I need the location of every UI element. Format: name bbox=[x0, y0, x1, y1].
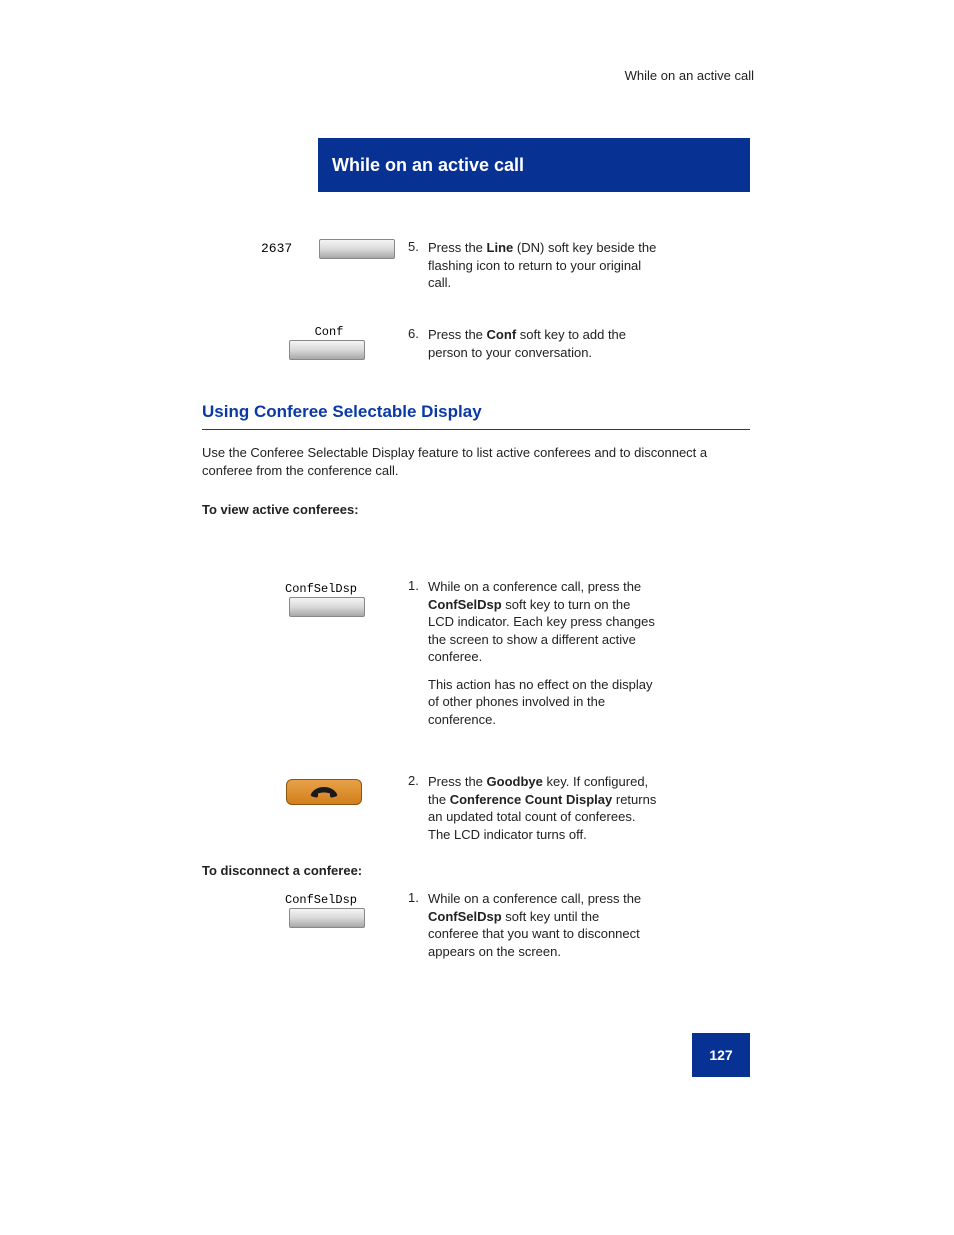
step-text: soft key to turn on the bbox=[505, 597, 630, 612]
divider bbox=[202, 429, 750, 430]
step-number: 6. bbox=[408, 326, 428, 341]
step-text: the screen to show a different active bbox=[428, 631, 655, 649]
step-text: LCD indicator. Each key press changes bbox=[428, 613, 655, 631]
page-header: While on an active call bbox=[625, 68, 754, 83]
step-text: appears on the screen. bbox=[428, 943, 641, 961]
step-text: Press the bbox=[428, 327, 483, 342]
step-text: person to your conversation. bbox=[428, 344, 626, 362]
step-text: This action has no effect on the display bbox=[428, 676, 655, 694]
confseldsp-button[interactable] bbox=[289, 597, 365, 617]
section-banner: While on an active call bbox=[318, 138, 750, 192]
conf-button[interactable] bbox=[289, 340, 365, 360]
conf-label: Conf bbox=[304, 325, 354, 339]
step-text: While on a conference call, press the bbox=[428, 890, 641, 908]
phone-hangup-icon bbox=[309, 785, 339, 799]
step-text-bold: Line bbox=[487, 240, 514, 255]
step-text-bold: ConfSelDsp bbox=[428, 597, 502, 612]
step-text: The LCD indicator turns off. bbox=[428, 826, 656, 844]
step-text: soft key to add the bbox=[520, 327, 626, 342]
page-number-value: 127 bbox=[709, 1047, 732, 1063]
step-text: returns bbox=[616, 792, 656, 807]
step-number: 1. bbox=[408, 578, 428, 593]
confseldsp-label: ConfSelDsp bbox=[285, 582, 357, 596]
confseldsp-label-2: ConfSelDsp bbox=[285, 893, 357, 907]
banner-title: While on an active call bbox=[332, 155, 524, 176]
step-text: While on a conference call, press the bbox=[428, 578, 655, 596]
step-text: of other phones involved in the bbox=[428, 693, 655, 711]
step-text: Press the bbox=[428, 774, 483, 789]
view-step-2: 2. Press the Goodbye key. If configured,… bbox=[408, 773, 656, 843]
step-5: 5. Press the Line (DN) soft key beside t… bbox=[408, 239, 656, 292]
step-text: (DN) soft key beside the bbox=[517, 240, 656, 255]
disconnect-step-1: 1. While on a conference call, press the… bbox=[408, 890, 641, 960]
step-text: key. If configured, bbox=[547, 774, 649, 789]
line-dn-button[interactable] bbox=[319, 239, 395, 259]
goodbye-button[interactable] bbox=[286, 779, 362, 805]
step-6: 6. Press the Conf soft key to add the pe… bbox=[408, 326, 626, 361]
step-number: 5. bbox=[408, 239, 428, 254]
step-text-bold: Conf bbox=[487, 327, 517, 342]
step-number: 2. bbox=[408, 773, 428, 788]
step-text-bold: Goodbye bbox=[487, 774, 543, 789]
steps-label: To view active conferees: bbox=[202, 501, 359, 519]
step-text: flashing icon to return to your original bbox=[428, 257, 656, 275]
section-heading: Using Conferee Selectable Display bbox=[202, 402, 482, 422]
step-number: 1. bbox=[408, 890, 428, 905]
step-text-bold: ConfSelDsp bbox=[428, 909, 502, 924]
step-text: the bbox=[428, 792, 446, 807]
step-text: conference. bbox=[428, 711, 655, 729]
step-text: conferee. bbox=[428, 648, 655, 666]
step-text: soft key until the bbox=[505, 909, 599, 924]
page-number: 127 bbox=[692, 1033, 750, 1077]
view-step-1: 1. While on a conference call, press the… bbox=[408, 578, 655, 728]
step-text: conferee that you want to disconnect bbox=[428, 925, 641, 943]
line-dn-label: 2637 bbox=[261, 241, 292, 256]
step-text: call. bbox=[428, 274, 656, 292]
step-text: Press the bbox=[428, 240, 483, 255]
steps-label-2: To disconnect a conferee: bbox=[202, 862, 362, 880]
section-paragraph: Use the Conferee Selectable Display feat… bbox=[202, 444, 750, 480]
step-text: an updated total count of conferees. bbox=[428, 808, 656, 826]
confseldsp-button-2[interactable] bbox=[289, 908, 365, 928]
step-text-bold: Conference Count Display bbox=[450, 792, 613, 807]
